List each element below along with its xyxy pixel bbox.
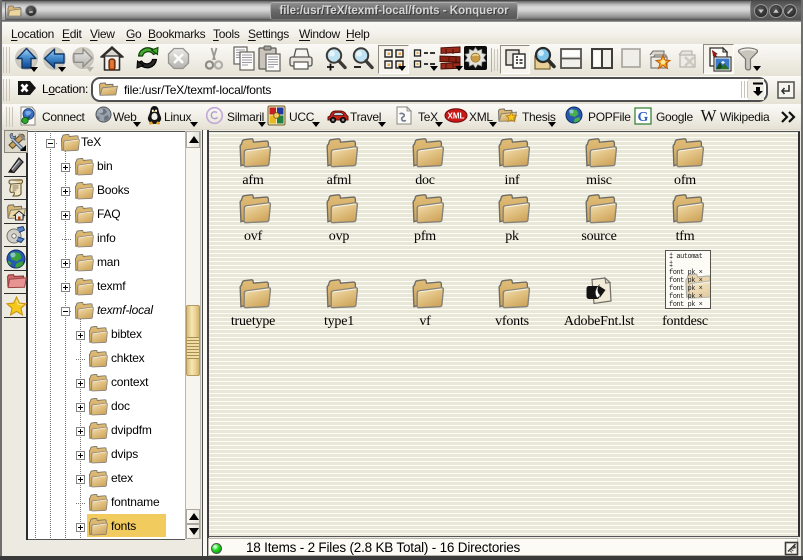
svg-text:XML: XML [448,112,465,121]
svg-text:G: G [638,110,649,125]
svg-text:W: W [700,106,717,124]
